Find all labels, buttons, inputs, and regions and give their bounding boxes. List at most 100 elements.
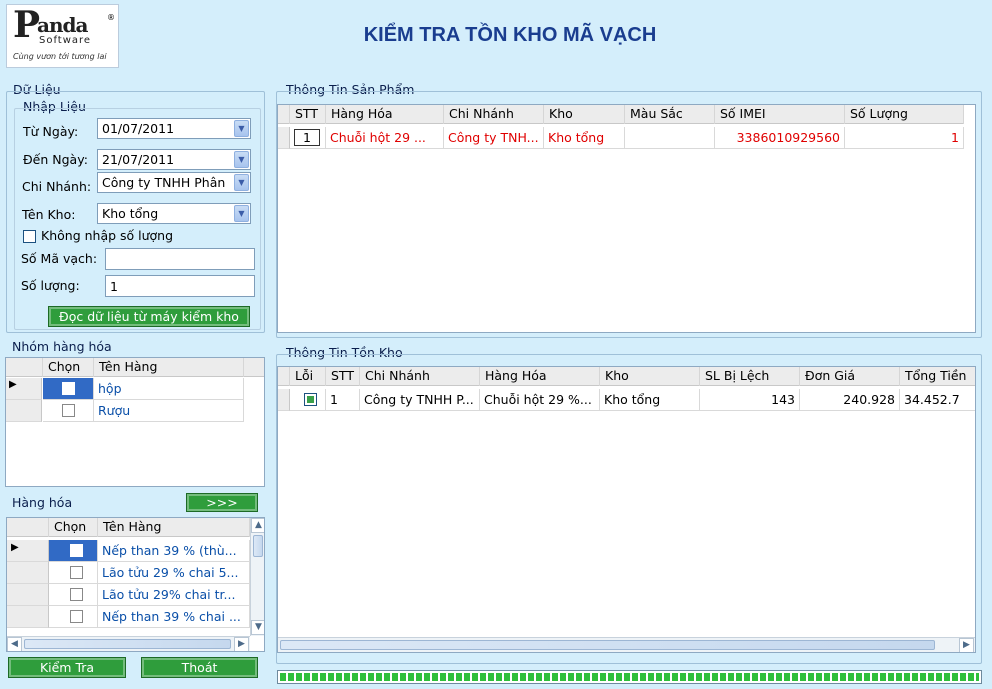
product-goods-cell[interactable]: Chuỗi hột 29 ... [326,127,444,149]
group-name-cell[interactable]: hộp [94,378,244,400]
move-right-button[interactable]: >>> [186,493,258,512]
scroll-thumb[interactable] [280,640,935,650]
column-header[interactable]: Lỗi [290,367,326,386]
stock-warehouse-cell[interactable]: Kho tổng [600,389,700,411]
stt-cell[interactable]: 1 [294,129,320,146]
group-name-cell[interactable]: Rượu [94,400,244,422]
table-cell[interactable] [290,389,326,411]
scroll-right-icon[interactable]: ▶ [959,638,974,652]
horizontal-scrollbar[interactable]: ◀ ▶ [7,636,250,651]
select-checkbox[interactable] [70,610,83,623]
exit-button[interactable]: Thoát [141,657,258,678]
scroll-up-icon[interactable]: ▲ [251,518,264,533]
column-header[interactable]: Chọn [49,518,98,537]
column-header[interactable]: Hàng Hóa [480,367,600,386]
table-cell[interactable] [49,584,98,606]
chevron-down-icon[interactable]: ▼ [234,151,249,168]
chevron-down-icon[interactable]: ▼ [234,174,249,191]
scroll-thumb[interactable] [253,535,263,557]
select-checkbox[interactable] [70,566,83,579]
barcode-input[interactable] [105,248,255,270]
column-header[interactable]: Chọn [43,358,94,377]
table-cell[interactable] [49,562,98,584]
stock-goods-cell[interactable]: Chuỗi hột 29 %... [480,389,600,411]
warehouse-select[interactable]: Kho tổng ▼ [97,203,251,224]
read-scanner-button[interactable]: Đọc dữ liệu từ máy kiểm kho [48,306,250,327]
column-header[interactable]: Tên Hàng [94,358,244,377]
column-header[interactable]: STT [326,367,360,386]
branch-select[interactable]: Công ty TNHH Phân ▼ [97,172,251,193]
scroll-right-icon[interactable]: ▶ [234,637,249,651]
column-header[interactable]: Số Lượng [845,105,964,124]
column-header[interactable]: Kho [600,367,700,386]
column-header[interactable]: Hàng Hóa [326,105,444,124]
goods-grid: Chọn Tên Hàng ▶ Nếp than 39 % (thù... Lã… [6,517,265,652]
to-date-picker[interactable]: 21/07/2011 ▼ [97,149,251,170]
row-selector[interactable] [6,400,42,422]
table-cell[interactable]: 1 [290,127,326,149]
column-header[interactable]: Chi Nhánh [444,105,544,124]
column-header[interactable]: Đơn Giá [800,367,900,386]
row-selector[interactable] [278,389,290,411]
product-grid-header: STT Hàng Hóa Chi Nhánh Kho Màu Sắc Số IM… [278,105,964,124]
scroll-down-icon[interactable]: ▼ [251,620,264,635]
select-checkbox[interactable] [62,382,75,395]
product-info-grid: STT Hàng Hóa Chi Nhánh Kho Màu Sắc Số IM… [277,104,976,333]
product-branch-cell[interactable]: Công ty TNH... [444,127,544,149]
page-title: KIỂM TRA TỒN KHO MÃ VẠCH [363,24,657,46]
stock-stt-cell[interactable]: 1 [326,389,360,411]
table-cell[interactable] [43,378,94,400]
stock-branch-cell[interactable]: Công ty TNHH P... [360,389,480,411]
logo-slogan: Cùng vươn tới tương lai [13,52,107,61]
select-checkbox[interactable] [70,544,83,557]
scroll-thumb[interactable] [24,639,231,649]
column-header[interactable]: Màu Sắc [625,105,715,124]
table-cell[interactable] [49,540,98,562]
to-date-value: 21/07/2011 [102,152,175,167]
vertical-scrollbar[interactable]: ▲ ▼ [250,518,264,636]
chevron-down-icon[interactable]: ▼ [234,205,249,222]
goods-name-cell[interactable]: Nếp than 39 % (thù... [98,540,250,562]
row-selector[interactable] [7,606,49,628]
logo-software: Software [39,35,92,46]
column-header[interactable]: Chi Nhánh [360,367,480,386]
column-header[interactable]: Số IMEI [715,105,845,124]
scroll-left-icon[interactable]: ◀ [7,637,22,651]
product-imei-cell[interactable]: 3386010929560 [715,127,845,149]
select-checkbox[interactable] [70,588,83,601]
from-date-picker[interactable]: 01/07/2011 ▼ [97,118,251,139]
column-header[interactable]: Tổng Tiền [900,367,975,386]
horizontal-scrollbar[interactable]: ▶ [278,637,975,652]
row-selector[interactable]: ▶ [6,378,42,400]
chevron-down-icon[interactable]: ▼ [234,120,249,137]
select-checkbox[interactable] [62,404,75,417]
table-cell[interactable] [49,606,98,628]
error-checkbox[interactable] [304,393,317,406]
column-header[interactable]: SL Bị Lệch [700,367,800,386]
to-date-label: Đến Ngày: [23,152,88,167]
table-cell[interactable] [43,400,94,422]
row-selector[interactable] [7,562,49,584]
product-color-cell[interactable] [625,127,715,149]
stock-diff-cell[interactable]: 143 [700,389,800,411]
stock-total-cell[interactable]: 34.452.7 [900,389,975,411]
logo-registered: ® [107,13,115,22]
row-selector[interactable]: ▶ [7,540,49,562]
column-header[interactable]: Kho [544,105,625,124]
product-qty-cell[interactable]: 1 [845,127,964,149]
progress-bar [277,670,982,684]
stock-price-cell[interactable]: 240.928 [800,389,900,411]
branch-label: Chi Nhánh: [22,179,92,194]
check-button[interactable]: Kiểm Tra [8,657,126,678]
row-selector[interactable] [7,584,49,606]
goods-name-cell[interactable]: Lão tửu 29 % chai 5... [98,562,250,584]
no-quantity-checkbox[interactable] [23,230,36,243]
goods-name-cell[interactable]: Lão tửu 29% chai tr... [98,584,250,606]
column-header[interactable]: Tên Hàng [98,518,250,537]
row-selector[interactable] [278,127,290,149]
goods-name-cell[interactable]: Nếp than 39 % chai ... [98,606,250,628]
column-header[interactable]: STT [290,105,326,124]
quantity-input[interactable]: 1 [105,275,255,297]
product-warehouse-cell[interactable]: Kho tổng [544,127,625,149]
barcode-label: Số Mã vạch: [21,251,98,266]
